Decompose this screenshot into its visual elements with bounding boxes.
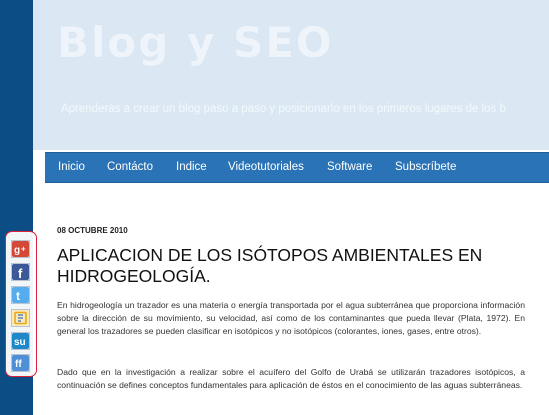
svg-text:f: f bbox=[18, 266, 23, 280]
post-paragraph: Dado que en la investigación a realizar … bbox=[57, 367, 525, 390]
stumbleupon-icon: su bbox=[12, 333, 29, 349]
svg-text:+: + bbox=[21, 245, 26, 254]
svg-text:ff: ff bbox=[15, 359, 22, 370]
nav-item-suscribete[interactable]: Subscríbete bbox=[395, 161, 456, 173]
google-plus-icon: g + bbox=[12, 241, 29, 257]
nav-item-indice[interactable]: Indice bbox=[176, 161, 207, 173]
nav-item-inicio[interactable]: Inicio bbox=[58, 161, 85, 173]
share-twitter-button[interactable]: t bbox=[11, 286, 30, 304]
share-bookmark-button[interactable] bbox=[11, 309, 30, 327]
twitter-icon: t bbox=[12, 287, 29, 303]
blog-page: Blog y SEO Aprenderás a crear un blog pa… bbox=[33, 0, 549, 415]
share-friendfeed-button[interactable]: ff bbox=[11, 354, 30, 372]
blog-header: Blog y SEO Aprenderás a crear un blog pa… bbox=[33, 0, 549, 150]
friendfeed-icon: ff bbox=[12, 355, 29, 371]
blog-title[interactable]: Blog y SEO bbox=[57, 18, 334, 67]
post-date: 08 OCTUBRE 2010 bbox=[57, 226, 128, 235]
blog-tagline: Aprenderás a crear un blog paso a paso y… bbox=[61, 103, 506, 115]
nav-item-videotutoriales[interactable]: Videotutoriales bbox=[228, 161, 304, 173]
share-stumbleupon-button[interactable]: su bbox=[11, 332, 30, 350]
svg-text:t: t bbox=[16, 289, 20, 303]
svg-text:su: su bbox=[14, 337, 26, 348]
post-paragraph: En hidrogeología un trazador es una mate… bbox=[57, 300, 525, 336]
share-facebook-button[interactable]: f bbox=[11, 263, 30, 281]
main-navigation: Inicio Contácto Indice Videotutoriales S… bbox=[45, 152, 549, 183]
post-title[interactable]: APLICACION DE LOS ISÓTOPOS AMBIENTALES E… bbox=[57, 245, 527, 287]
svg-text:g: g bbox=[14, 245, 20, 256]
share-google-plus-button[interactable]: g + bbox=[11, 240, 30, 258]
social-share-bar: g + f t su ff bbox=[5, 231, 37, 377]
facebook-icon: f bbox=[12, 264, 29, 280]
nav-item-contacto[interactable]: Contácto bbox=[107, 161, 153, 173]
nav-item-software[interactable]: Software bbox=[327, 161, 372, 173]
bookmark-icon bbox=[12, 310, 29, 326]
